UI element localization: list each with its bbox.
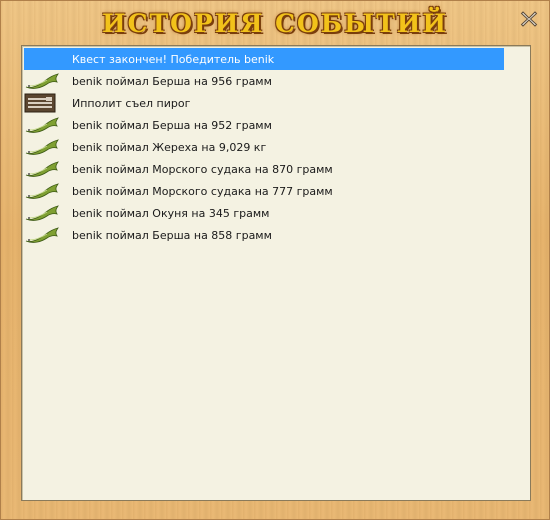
event-text: Ипполит съел пирог <box>72 96 191 110</box>
close-x-icon <box>520 11 538 27</box>
event-list-panel: Квест закончен! Победитель benik benik п… <box>21 45 531 501</box>
event-text: benik поймал Морского судака на 870 грам… <box>72 162 333 176</box>
empty-icon-slot <box>24 48 62 70</box>
event-history-window: ИСТОРИЯ СОБЫТИЙ Квест закончен! Победите… <box>0 0 550 520</box>
fish-icon <box>24 70 62 92</box>
window-title: ИСТОРИЯ СОБЫТИЙ <box>102 9 448 38</box>
event-row[interactable]: benik поймал Берша на 952 грамм <box>24 114 504 136</box>
event-list: Квест закончен! Победитель benik benik п… <box>24 48 504 246</box>
fish-icon <box>24 114 62 136</box>
event-text: Квест закончен! Победитель benik <box>72 52 275 66</box>
event-text: benik поймал Берша на 858 грамм <box>72 228 272 242</box>
event-row[interactable]: Ипполит съел пирог <box>24 92 504 114</box>
event-row[interactable]: benik поймал Морского судака на 777 грам… <box>24 180 504 202</box>
event-text: benik поймал Берша на 952 грамм <box>72 118 272 132</box>
event-text: benik поймал Берша на 956 грамм <box>72 74 272 88</box>
event-text: benik поймал Морского судака на 777 грам… <box>72 184 333 198</box>
food-icon <box>24 92 62 114</box>
fish-icon <box>24 224 62 246</box>
event-row[interactable]: benik поймал Берша на 858 грамм <box>24 224 504 246</box>
event-text: benik поймал Окуня на 345 грамм <box>72 206 270 220</box>
fish-icon <box>24 136 62 158</box>
close-button[interactable] <box>519 9 539 29</box>
event-row[interactable]: benik поймал Жереха на 9,029 кг <box>24 136 504 158</box>
event-row[interactable]: benik поймал Берша на 956 грамм <box>24 70 504 92</box>
event-text: benik поймал Жереха на 9,029 кг <box>72 140 267 154</box>
fish-icon <box>24 158 62 180</box>
event-row[interactable]: benik поймал Морского судака на 870 грам… <box>24 158 504 180</box>
event-row[interactable]: Квест закончен! Победитель benik <box>24 48 504 70</box>
fish-icon <box>24 180 62 202</box>
event-row[interactable]: benik поймал Окуня на 345 грамм <box>24 202 504 224</box>
fish-icon <box>24 202 62 224</box>
